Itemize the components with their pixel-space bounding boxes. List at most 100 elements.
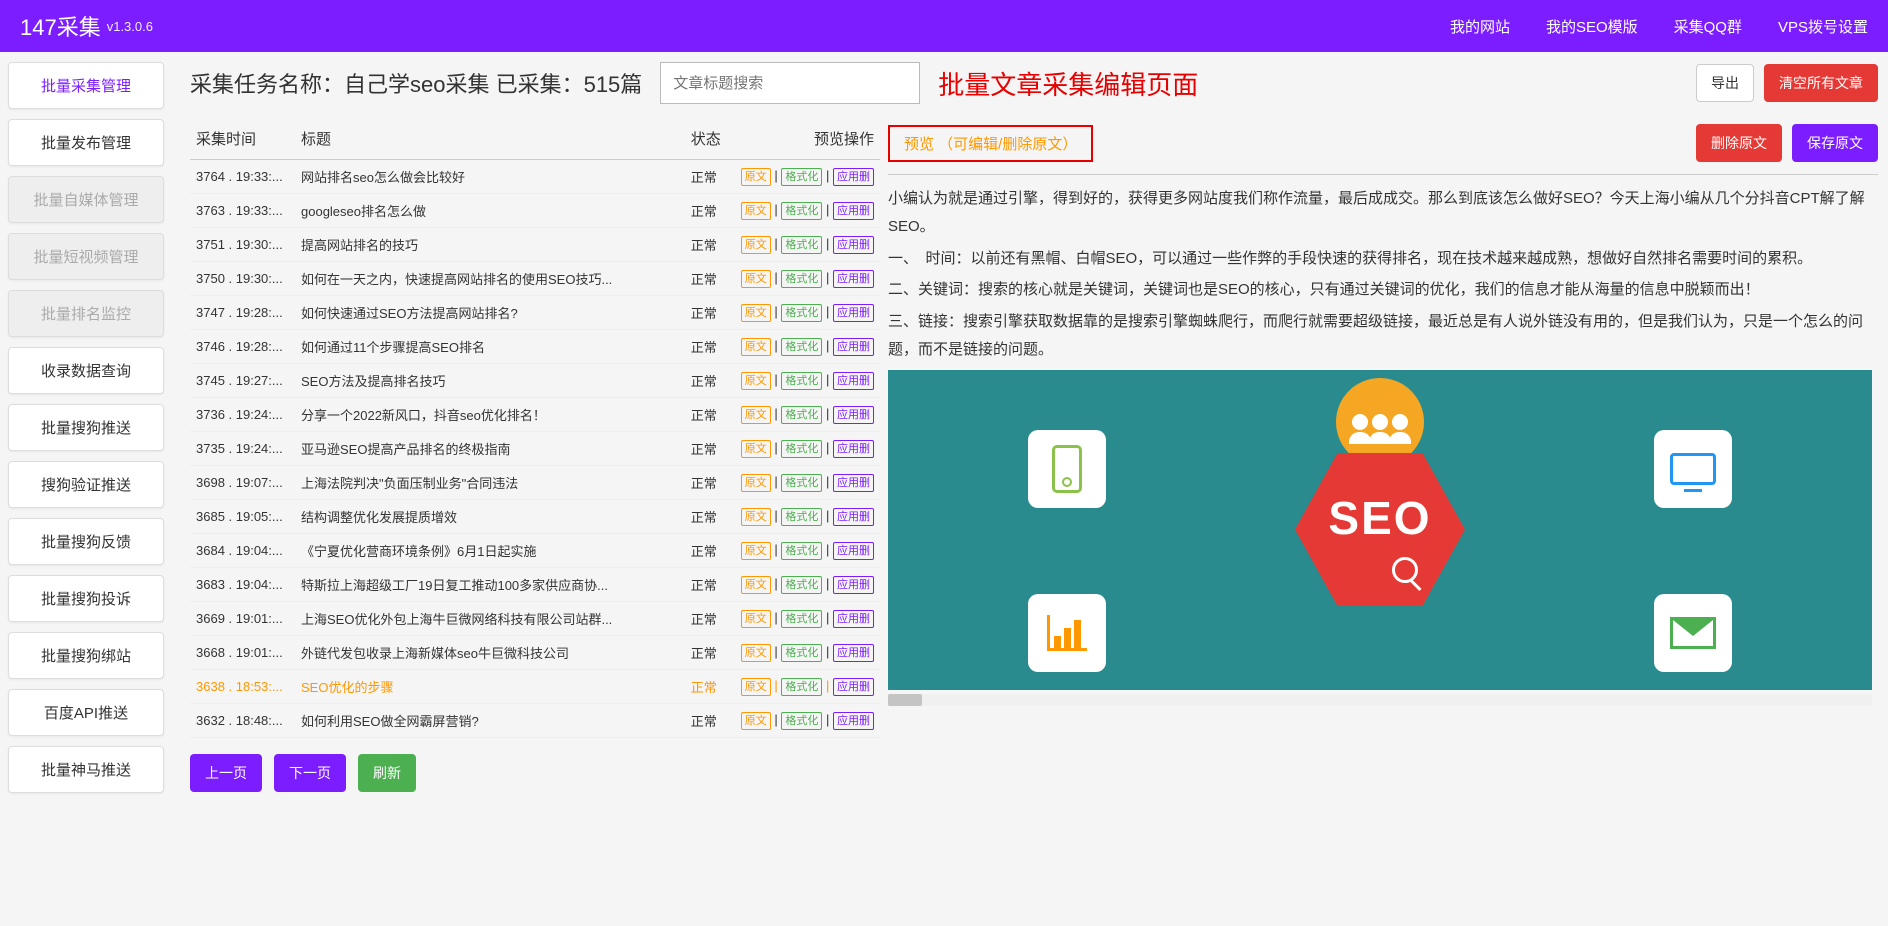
op-apply[interactable]: 应用删: [833, 406, 874, 424]
op-format[interactable]: 格式化: [781, 168, 822, 186]
table-row[interactable]: 3750 . 19:30:...如何在一天之内，快速提高网站排名的使用SEO技巧…: [190, 262, 880, 296]
op-format[interactable]: 格式化: [781, 372, 822, 390]
op-original[interactable]: 原文: [741, 372, 771, 390]
next-page-button[interactable]: 下一页: [274, 754, 346, 792]
sidebar-item[interactable]: 收录数据查询: [8, 347, 164, 394]
op-format[interactable]: 格式化: [781, 270, 822, 288]
op-original[interactable]: 原文: [741, 236, 771, 254]
table-row[interactable]: 3668 . 19:01:...外链代发包收录上海新媒体seo牛巨微科技公司正常…: [190, 636, 880, 670]
op-format[interactable]: 格式化: [781, 406, 822, 424]
prev-page-button[interactable]: 上一页: [190, 754, 262, 792]
table-row[interactable]: 3763 . 19:33:...googleseo排名怎么做正常原文 | 格式化…: [190, 194, 880, 228]
clear-all-button[interactable]: 清空所有文章: [1764, 64, 1878, 102]
sidebar-item[interactable]: 批量搜狗反馈: [8, 518, 164, 565]
op-format[interactable]: 格式化: [781, 202, 822, 220]
op-apply[interactable]: 应用删: [833, 236, 874, 254]
op-apply[interactable]: 应用删: [833, 610, 874, 628]
table-row[interactable]: 3746 . 19:28:...如何通过11个步骤提高SEO排名正常原文 | 格…: [190, 330, 880, 364]
op-apply[interactable]: 应用删: [833, 576, 874, 594]
sidebar-item[interactable]: 批量发布管理: [8, 119, 164, 166]
cell-status: 正常: [685, 228, 735, 262]
op-original[interactable]: 原文: [741, 440, 771, 458]
table-row[interactable]: 3698 . 19:07:...上海法院判决"负面压制业务"合同违法正常原文 |…: [190, 466, 880, 500]
op-format[interactable]: 格式化: [781, 712, 822, 730]
op-apply[interactable]: 应用删: [833, 304, 874, 322]
sidebar-item[interactable]: 批量搜狗投诉: [8, 575, 164, 622]
nav-seo-template[interactable]: 我的SEO模版: [1546, 16, 1638, 37]
op-original[interactable]: 原文: [741, 576, 771, 594]
op-original[interactable]: 原文: [741, 474, 771, 492]
cell-ops: 原文 | 格式化 | 应用删: [735, 296, 880, 330]
op-apply[interactable]: 应用删: [833, 542, 874, 560]
nav-my-site[interactable]: 我的网站: [1450, 16, 1510, 37]
op-apply[interactable]: 应用删: [833, 168, 874, 186]
nav-vps-dial[interactable]: VPS拨号设置: [1778, 16, 1868, 37]
cell-ops: 原文 | 格式化 | 应用删: [735, 500, 880, 534]
table-row[interactable]: 3685 . 19:05:...结构调整优化发展提质增效正常原文 | 格式化 |…: [190, 500, 880, 534]
table-row[interactable]: 3751 . 19:30:...提高网站排名的技巧正常原文 | 格式化 | 应用…: [190, 228, 880, 262]
op-apply[interactable]: 应用删: [833, 440, 874, 458]
nav-qq-group[interactable]: 采集QQ群: [1674, 16, 1742, 37]
op-original[interactable]: 原文: [741, 168, 771, 186]
table-row[interactable]: 3669 . 19:01:...上海SEO优化外包上海牛巨微网络科技有限公司站群…: [190, 602, 880, 636]
table-row[interactable]: 3683 . 19:04:...特斯拉上海超级工厂19日复工推动100多家供应商…: [190, 568, 880, 602]
op-format[interactable]: 格式化: [781, 338, 822, 356]
op-format[interactable]: 格式化: [781, 542, 822, 560]
op-apply[interactable]: 应用删: [833, 372, 874, 390]
search-input[interactable]: [660, 62, 920, 104]
table-row[interactable]: 3632 . 18:48:...如何利用SEO做全网霸屏营销?正常原文 | 格式…: [190, 704, 880, 738]
export-button[interactable]: 导出: [1696, 64, 1754, 102]
op-apply[interactable]: 应用删: [833, 644, 874, 662]
op-original[interactable]: 原文: [741, 406, 771, 424]
op-format[interactable]: 格式化: [781, 474, 822, 492]
op-format[interactable]: 格式化: [781, 610, 822, 628]
table-row[interactable]: 3638 . 18:53:...SEO优化的步骤正常原文 | 格式化 | 应用删: [190, 670, 880, 704]
op-apply[interactable]: 应用删: [833, 678, 874, 696]
op-format[interactable]: 格式化: [781, 644, 822, 662]
op-original[interactable]: 原文: [741, 304, 771, 322]
op-apply[interactable]: 应用删: [833, 338, 874, 356]
op-format[interactable]: 格式化: [781, 576, 822, 594]
refresh-button[interactable]: 刷新: [358, 754, 416, 792]
op-format[interactable]: 格式化: [781, 508, 822, 526]
op-format[interactable]: 格式化: [781, 678, 822, 696]
delete-original-button[interactable]: 删除原文: [1696, 124, 1782, 162]
op-apply[interactable]: 应用删: [833, 508, 874, 526]
phone-icon: [1028, 430, 1106, 508]
op-original[interactable]: 原文: [741, 678, 771, 696]
table-row[interactable]: 3764 . 19:33:...网站排名seo怎么做会比较好正常原文 | 格式化…: [190, 160, 880, 194]
op-apply[interactable]: 应用删: [833, 712, 874, 730]
table-row[interactable]: 3745 . 19:27:...SEO方法及提高排名技巧正常原文 | 格式化 |…: [190, 364, 880, 398]
sidebar-item[interactable]: 搜狗验证推送: [8, 461, 164, 508]
op-apply[interactable]: 应用删: [833, 202, 874, 220]
sidebar-item[interactable]: 批量搜狗推送: [8, 404, 164, 451]
op-original[interactable]: 原文: [741, 644, 771, 662]
op-apply[interactable]: 应用删: [833, 474, 874, 492]
seo-illustration: SEO: [888, 370, 1872, 690]
op-original[interactable]: 原文: [741, 202, 771, 220]
op-original[interactable]: 原文: [741, 610, 771, 628]
op-original[interactable]: 原文: [741, 712, 771, 730]
sidebar-item[interactable]: 百度API推送: [8, 689, 164, 736]
sidebar-item[interactable]: 批量采集管理: [8, 62, 164, 109]
op-original[interactable]: 原文: [741, 542, 771, 560]
preview-header: 预览 （可编辑/删除原文） 删除原文 保存原文: [888, 118, 1878, 175]
table-row[interactable]: 3747 . 19:28:...如何快速通过SEO方法提高网站排名?正常原文 |…: [190, 296, 880, 330]
preview-pane: 预览 （可编辑/删除原文） 删除原文 保存原文 小编认为就是通过引擎，得到好的，…: [888, 118, 1878, 792]
op-format[interactable]: 格式化: [781, 304, 822, 322]
op-format[interactable]: 格式化: [781, 236, 822, 254]
op-original[interactable]: 原文: [741, 508, 771, 526]
preview-body[interactable]: 小编认为就是通过引擎，得到好的，获得更多网站度我们称作流量，最后成成交。那么到底…: [888, 185, 1878, 706]
save-original-button[interactable]: 保存原文: [1792, 124, 1878, 162]
op-format[interactable]: 格式化: [781, 440, 822, 458]
op-apply[interactable]: 应用删: [833, 270, 874, 288]
op-original[interactable]: 原文: [741, 270, 771, 288]
table-row[interactable]: 3684 . 19:04:...《宁夏优化营商环境条例》6月1日起实施正常原文 …: [190, 534, 880, 568]
sidebar-item[interactable]: 批量搜狗绑站: [8, 632, 164, 679]
table-row[interactable]: 3735 . 19:24:...亚马逊SEO提高产品排名的终极指南正常原文 | …: [190, 432, 880, 466]
cell-ops: 原文 | 格式化 | 应用删: [735, 398, 880, 432]
op-original[interactable]: 原文: [741, 338, 771, 356]
table-row[interactable]: 3736 . 19:24:...分享一个2022新风口，抖音seo优化排名！正常…: [190, 398, 880, 432]
horizontal-scrollbar[interactable]: [888, 694, 1872, 706]
sidebar-item[interactable]: 批量神马推送: [8, 746, 164, 793]
